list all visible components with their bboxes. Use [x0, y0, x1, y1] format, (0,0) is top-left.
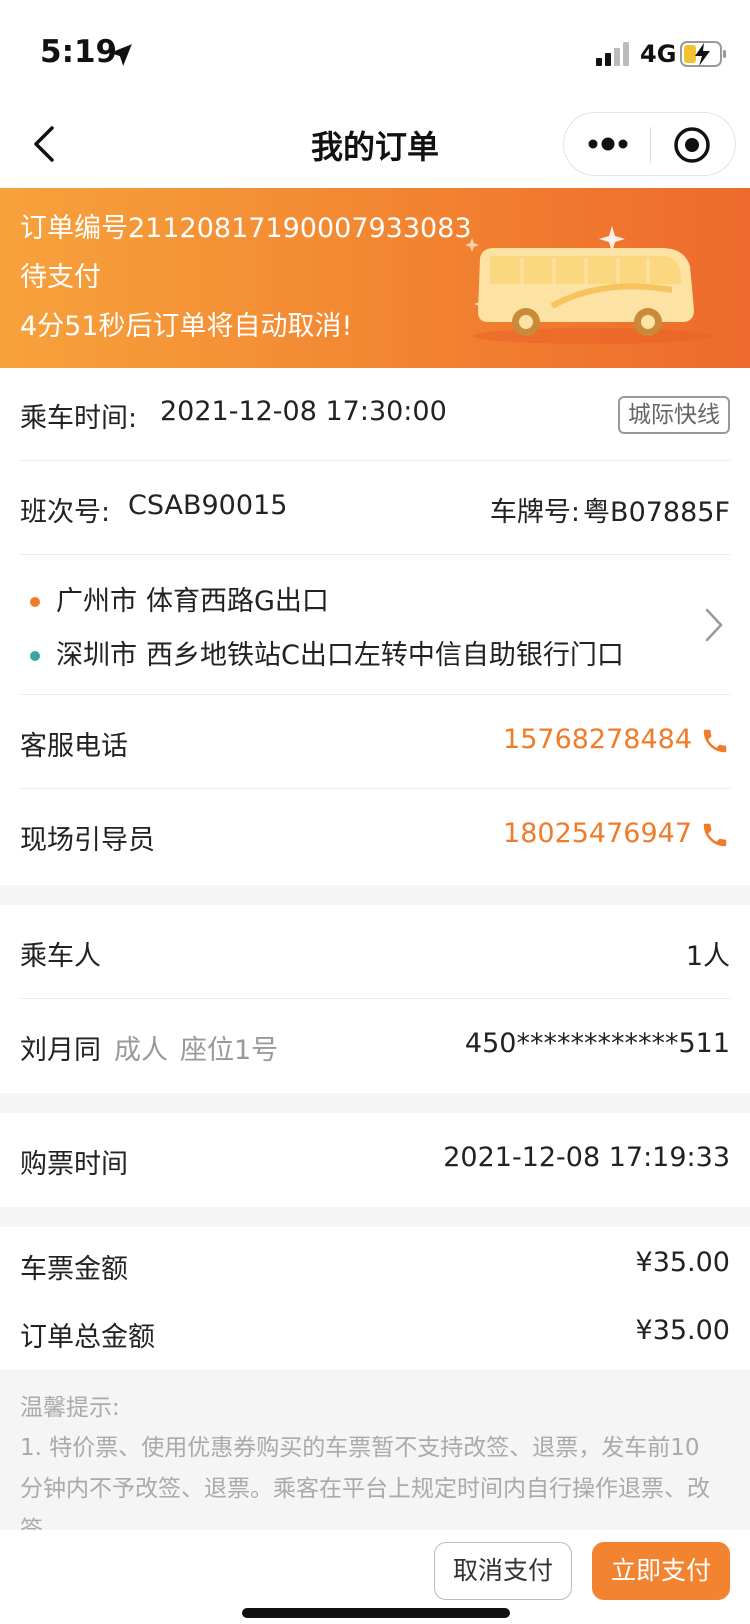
customer-service-label: 客服电话	[20, 731, 128, 762]
order-status: 待支付	[20, 262, 101, 293]
customer-service-row: 客服电话 15768278484	[20, 695, 730, 789]
schedule-row: 班次号: CSAB90015 车牌号: 粤B07885F	[20, 461, 730, 555]
origin-city: 广州市	[56, 586, 137, 617]
close-program-icon[interactable]	[672, 125, 712, 165]
phone-icon[interactable]	[700, 726, 730, 756]
location-arrow-icon	[110, 44, 132, 66]
schedule-value: CSAB90015	[128, 490, 288, 521]
route-type-badge: 城际快线	[618, 396, 730, 434]
notice-section: 温馨提示: 1. 特价票、使用优惠券购买的车票暂不支持改签、退票，发车前10分钟…	[0, 1370, 750, 1530]
departure-time-value: 2021-12-08 17:30:00	[160, 396, 447, 427]
origin-dot	[30, 597, 40, 607]
passenger-count: 1人	[685, 941, 730, 972]
passenger-id-number: 450************511	[464, 1028, 730, 1059]
ticket-amount-row: 车票金额 ¥35.00	[20, 1227, 730, 1299]
order-status-banner: 订单编号21120817190007933083 待支付 4分51秒后订单将自动…	[0, 188, 750, 368]
route-row[interactable]: 广州市 体育西路G出口 深圳市 西乡地铁站C出口左转中信自助银行门口	[20, 555, 730, 695]
status-time: 5:19	[40, 34, 118, 70]
notice-title: 温馨提示:	[20, 1395, 120, 1421]
purchase-time-label: 购票时间	[20, 1149, 128, 1180]
capsule-divider	[650, 127, 651, 163]
purchase-time-row: 购票时间 2021-12-08 17:19:33	[20, 1113, 730, 1207]
nav-bar: 我的订单	[0, 100, 750, 188]
notice-text: 1. 特价票、使用优惠券购买的车票暂不支持改签、退票，发车前10分钟内不予改签、…	[20, 1435, 710, 1530]
order-number: 订单编号21120817190007933083	[20, 213, 472, 244]
passenger-name: 刘月同	[20, 1035, 101, 1066]
network-label: 4G	[640, 40, 677, 68]
departure-time-label: 乘车时间:	[20, 403, 138, 434]
passenger-item: 刘月同 成人 座位1号 450************511	[20, 999, 730, 1093]
signal-icon	[596, 42, 629, 66]
trip-info-card: 乘车时间: 2021-12-08 17:30:00 城际快线 班次号: CSAB…	[0, 368, 750, 885]
ticket-amount-value: ¥35.00	[635, 1247, 730, 1278]
cancel-payment-button[interactable]: 取消支付	[434, 1542, 572, 1600]
total-amount-row: 订单总金额 ¥35.00	[20, 1299, 730, 1370]
amount-card: 车票金额 ¥35.00 订单总金额 ¥35.00	[0, 1227, 750, 1370]
passenger-label: 乘车人	[20, 941, 101, 972]
onsite-guide-row: 现场引导员 18025476947	[20, 789, 730, 883]
battery-charging-icon	[680, 41, 726, 67]
passenger-type: 成人	[114, 1035, 168, 1066]
departure-time-row: 乘车时间: 2021-12-08 17:30:00 城际快线	[20, 368, 730, 461]
plate-value: 粤B07885F	[583, 497, 730, 528]
total-amount-value: ¥35.00	[635, 1315, 730, 1346]
order-countdown: 4分51秒后订单将自动取消!	[20, 311, 353, 342]
purchase-time-value: 2021-12-08 17:19:33	[443, 1142, 730, 1173]
destination-stop: 西乡地铁站C出口左转中信自助银行门口	[146, 640, 624, 671]
onsite-guide-label: 现场引导员	[20, 825, 155, 856]
passenger-seat: 座位1号	[180, 1035, 279, 1066]
bus-illustration-icon	[465, 226, 712, 344]
passenger-card: 乘车人 1人 刘月同 成人 座位1号 450************511	[0, 905, 750, 1093]
plate-label: 车牌号:	[489, 497, 580, 528]
ticket-amount-label: 车票金额	[20, 1254, 128, 1285]
origin-stop: 体育西路G出口	[146, 586, 329, 617]
destination-city: 深圳市	[56, 640, 137, 671]
more-options-icon[interactable]	[586, 129, 630, 159]
bottom-action-bar: 取消支付 立即支付	[0, 1530, 750, 1624]
onsite-guide-phone[interactable]: 18025476947	[503, 818, 692, 849]
home-indicator	[242, 1608, 510, 1618]
mini-program-capsule	[563, 112, 736, 176]
purchase-time-card: 购票时间 2021-12-08 17:19:33	[0, 1113, 750, 1207]
destination-dot	[30, 651, 40, 661]
phone-icon[interactable]	[700, 820, 730, 850]
pay-now-button[interactable]: 立即支付	[592, 1542, 730, 1600]
passenger-count-row: 乘车人 1人	[20, 905, 730, 999]
schedule-label: 班次号:	[20, 497, 111, 528]
chevron-right-icon	[705, 608, 723, 642]
status-bar: 5:19 4G	[0, 0, 750, 100]
customer-service-phone[interactable]: 15768278484	[503, 724, 692, 755]
total-amount-label: 订单总金额	[20, 1322, 155, 1353]
